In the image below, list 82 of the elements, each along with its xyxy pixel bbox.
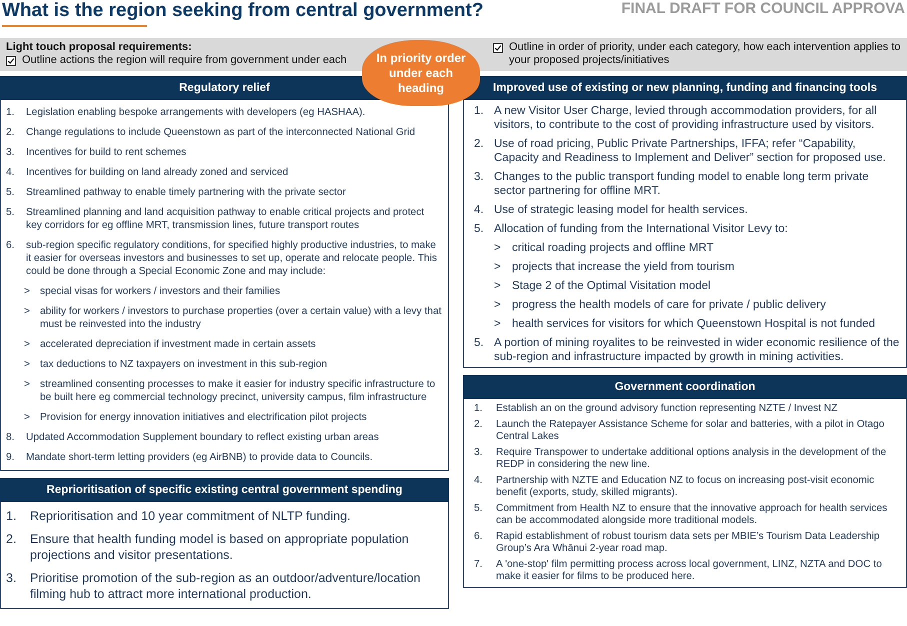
page-title: What is the region seeking from central government?: [2, 0, 484, 22]
requirement-text: Outline in order of priority, under each category, how each intervention applies to your proposed projects/initiatives: [509, 41, 901, 67]
list-item-text: projects that increase the yield from tourism: [512, 260, 734, 274]
requirements-heading: Light touch proposal requirements:: [6, 41, 193, 54]
list-number: 4.: [6, 166, 16, 179]
list-number: 9.: [6, 451, 16, 464]
list-number: 3.: [6, 146, 16, 159]
bullet-marker: >: [494, 279, 502, 293]
list-item-text: Partnership with NZTE and Education NZ to focus on increasing post-visit economic benefit (exports, study, skilled migrants).: [496, 474, 876, 500]
list-number: 5.: [474, 502, 484, 516]
bullet-marker: >: [494, 298, 502, 312]
list-item-text: Reprioritisation and 10 year commitment of NLTP funding.: [30, 508, 351, 524]
list-item-text: Updated Accommodation Supplement boundary to reflect existing urban areas: [26, 431, 379, 444]
list-item-text: Prioritise promotion of the sub-region as an outdoor/adventure/location filming hub to attract more international production.: [30, 570, 422, 602]
list-item-text: A new Visitor User Charge, levied through accommodation providers, for all visitors, to contribute to the cost of providing infrastructure used by visitors.: [494, 104, 878, 132]
list-number: 1.: [474, 403, 484, 416]
list-item-text: Ensure that health funding model is based on appropriate population projections and visitor presentations.: [30, 531, 410, 563]
list-item-text: Mandate short-term letting providers (eg AirBNB) to provide data to Councils.: [26, 451, 373, 464]
list-number: 4.: [474, 474, 484, 488]
list-item-text: Commitment from Health NZ to ensure that the innovative approach for health services can be accommodated alongside more traditional models.: [496, 502, 888, 528]
list-item-text: tax deductions to NZ taxpayers on investment in this sub-region: [40, 358, 328, 371]
list-item-text: critical roading projects and offline MRT: [512, 241, 714, 255]
list-number: 2.: [6, 531, 18, 548]
list-number: 2.: [474, 418, 484, 432]
list-item-text: Establish an on the ground advisory function representing NZTE / Invest NZ: [496, 403, 838, 416]
list-item-text: A 'one-stop' film permitting process across local government, LINZ, NZTA and DOC to make it easier for films to be produced here.: [496, 558, 883, 584]
list-item-text: Incentives for building on land already zoned and serviced: [26, 166, 288, 179]
list-item-text: accelerated depreciation if investment made in certain assets: [40, 338, 316, 351]
list-item-text: A portion of mining royalites to be reinvested in wider economic resilience of the sub-region and infrastructure impacted by growth in mining activities.: [494, 336, 900, 364]
list-item-text: Provision for energy innovation initiatives and electrification pilot projects: [40, 411, 367, 424]
list-number: 6.: [6, 239, 16, 253]
list-number: 2.: [474, 137, 485, 152]
list-number: 5.: [6, 186, 16, 199]
bullet-marker: >: [494, 317, 502, 331]
list-item-text: Stage 2 of the Optimal Visitation model: [512, 279, 711, 293]
bullet-marker: >: [24, 305, 31, 319]
list-number: 7.: [474, 558, 484, 572]
list-number: 5.: [6, 206, 16, 220]
list-number: 3.: [6, 570, 18, 587]
list-item-text: ability for workers / investors to purchase properties (over a certain value) with a levy that must be reinvested into the industry: [40, 305, 442, 331]
checkbox[interactable]: [493, 43, 503, 53]
draft-label: FINAL DRAFT FOR COUNCIL APPROVA: [621, 0, 906, 17]
list-item-text: Change regulations to include Queenstown as part of the interconnected National Grid: [26, 126, 416, 139]
section-heading: Government coordination: [463, 375, 907, 399]
list-number: 5.: [474, 222, 485, 236]
bullet-marker: >: [24, 338, 31, 351]
list-number: 4.: [474, 203, 485, 217]
list-item-text: Legislation enabling bespoke arrangements with developers (eg HASHAA).: [26, 106, 366, 119]
list-number: 6.: [474, 530, 484, 544]
list-item-text: health services for visitors for which Queenstown Hospital is not funded: [512, 317, 876, 331]
bullet-marker: >: [24, 378, 31, 392]
section-heading: Improved use of existing or new planning, funding and financing tools: [463, 76, 907, 100]
list-item-text: Launch the Ratepayer Assistance Scheme for solar and batteries, with a pilot in Otago Central Lakes: [496, 418, 886, 444]
bullet-marker: >: [24, 411, 31, 424]
list-item-text: Incentives for build to rent schemes: [26, 146, 186, 159]
list-item-text: Rapid establishment of robust tourism data sets per MBIE’s Tourism Data Leadership Group’s Ara Whānui 2-year road map.: [496, 530, 881, 556]
list-item-text: special visas for workers / investors and their families: [40, 285, 280, 298]
list-number: 1.: [6, 508, 18, 524]
section-heading: Reprioritisation of specific existing central government spending: [0, 478, 449, 502]
list-item-text: Changes to the public transport funding model to enable long term private sector partnering for offline MRT.: [494, 170, 870, 198]
list-number: 2.: [6, 126, 16, 139]
list-number: 5.: [474, 336, 485, 351]
requirement-text: Outline actions the region will require from government under each: [22, 54, 347, 67]
list-number: 3.: [474, 170, 485, 185]
list-item-text: Streamlined planning and land acquisition pathway to enable critical projects and protect key corridors for eg offline MRT, transmission lines, future transport routes: [26, 206, 426, 232]
list-number: 1.: [6, 106, 16, 119]
list-number: 1.: [474, 104, 485, 119]
list-item-text: streamlined consenting processes to make it easier for industry specific infrastructure to be built here eg commercial technology precinct, university campus, film infrastructure: [40, 378, 436, 404]
list-item-text: sub-region specific regulatory conditions, for specified highly productive industries, to make it easier for overseas investors and businesses to set up, operate and relocate people. This could be done through a Special Economic Zone and may include:: [26, 239, 438, 278]
list-item-text: Allocation of funding from the International Visitor Levy to:: [494, 222, 788, 236]
list-item-text: Use of strategic leasing model for health services.: [494, 203, 748, 217]
bullet-marker: >: [24, 285, 31, 298]
list-item-text: Use of road pricing, Public Private Partnerships, IFFA; refer “Capability, Capacity and Readiness to Implement and Deliver” section for proposed use.: [494, 137, 887, 165]
checkbox[interactable]: [6, 56, 16, 66]
bullet-marker: >: [494, 260, 502, 274]
list-number: 8.: [6, 431, 16, 444]
bullet-marker: >: [24, 358, 31, 371]
list-item-text: progress the health models of care for private / public delivery: [512, 298, 826, 312]
list-number: 3.: [474, 446, 484, 460]
list-item-text: Streamlined pathway to enable timely partnering with the private sector: [26, 186, 346, 199]
bullet-marker: >: [494, 241, 502, 255]
list-item-text: Require Transpower to undertake additional options analysis in the development of the REDP in considering the new line.: [496, 446, 888, 472]
